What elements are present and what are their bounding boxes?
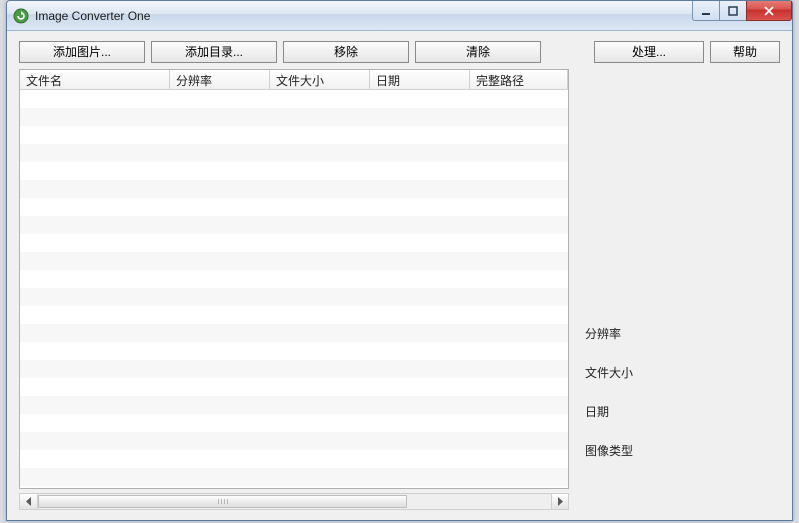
toolbar: 添加图片... 添加目录... 移除 清除 处理... 帮助: [7, 31, 792, 69]
column-header-date[interactable]: 日期: [370, 70, 470, 89]
info-panel: 分辨率 文件大小 日期 图像类型: [585, 273, 778, 459]
info-resolution-label: 分辨率: [585, 325, 778, 342]
left-pane: 文件名 分辨率 文件大小 日期 完整路径: [19, 69, 569, 510]
info-filesize-label: 文件大小: [585, 364, 778, 381]
scroll-track[interactable]: [37, 494, 551, 509]
help-button[interactable]: 帮助: [710, 41, 780, 63]
file-listview[interactable]: 文件名 分辨率 文件大小 日期 完整路径: [19, 69, 569, 489]
title-bar[interactable]: Image Converter One: [7, 1, 792, 31]
list-rows[interactable]: [20, 90, 568, 488]
maximize-button[interactable]: [719, 1, 747, 21]
column-header-resolution[interactable]: 分辨率: [170, 70, 270, 89]
main-area: 文件名 分辨率 文件大小 日期 完整路径: [7, 69, 792, 520]
maximize-icon: [728, 6, 738, 16]
app-icon: [13, 8, 29, 24]
add-image-button[interactable]: 添加图片...: [19, 41, 145, 63]
app-window: Image Converter One 添加图片... 添加目录... 移除 清…: [6, 0, 793, 521]
preview-area: [585, 73, 778, 273]
column-headers: 文件名 分辨率 文件大小 日期 完整路径: [20, 70, 568, 90]
info-imagetype-label: 图像类型: [585, 442, 778, 459]
window-title: Image Converter One: [35, 9, 150, 23]
minimize-icon: [701, 6, 711, 16]
chevron-left-icon: [25, 497, 32, 506]
close-icon: [763, 6, 775, 16]
chevron-right-icon: [557, 497, 564, 506]
column-header-filesize[interactable]: 文件大小: [270, 70, 370, 89]
minimize-button[interactable]: [692, 1, 720, 21]
close-button[interactable]: [746, 1, 792, 21]
add-directory-button[interactable]: 添加目录...: [151, 41, 277, 63]
remove-button[interactable]: 移除: [283, 41, 409, 63]
scroll-right-button[interactable]: [551, 494, 568, 509]
scroll-thumb[interactable]: [38, 495, 407, 508]
process-button[interactable]: 处理...: [594, 41, 704, 63]
column-header-fullpath[interactable]: 完整路径: [470, 70, 568, 89]
window-buttons: [693, 1, 792, 30]
clear-button[interactable]: 清除: [415, 41, 541, 63]
column-header-filename[interactable]: 文件名: [20, 70, 170, 89]
horizontal-scrollbar[interactable]: [19, 493, 569, 510]
right-pane: 分辨率 文件大小 日期 图像类型: [575, 69, 780, 510]
scroll-left-button[interactable]: [20, 494, 37, 509]
info-date-label: 日期: [585, 403, 778, 420]
